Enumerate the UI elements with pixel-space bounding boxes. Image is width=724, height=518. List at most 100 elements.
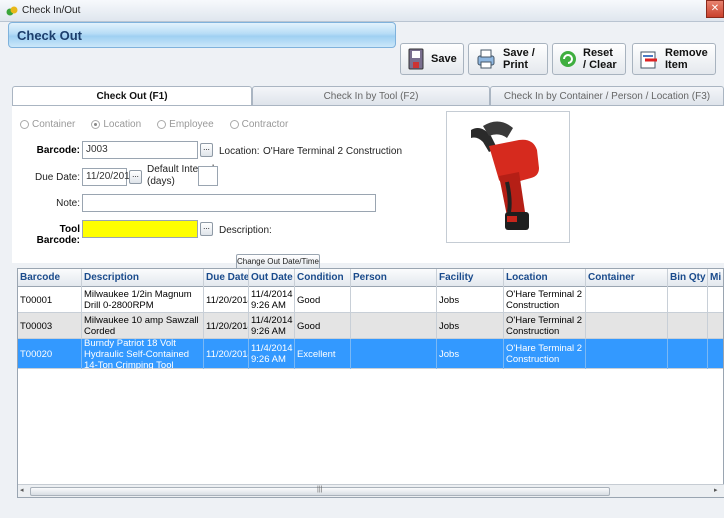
reset-clear-button[interactable]: Reset / Clear (552, 43, 626, 75)
col-location[interactable]: Location (504, 269, 586, 287)
save-icon (408, 48, 424, 70)
cell-person (351, 339, 437, 369)
crimping-tool-image (471, 121, 539, 230)
description-label: Description: (219, 225, 272, 236)
cell-description: Burndy Patriot 18 Volt Hydraulic Self-Co… (82, 339, 204, 369)
cell-condition: Good (295, 287, 351, 313)
table-row[interactable]: T00003 Milwaukee 10 amp Sawzall Corded 1… (18, 313, 723, 339)
barcode-label: Barcode: (36, 145, 80, 156)
cell-bin-qty (668, 313, 708, 339)
close-button[interactable]: ✕ (706, 0, 724, 18)
radio-contractor[interactable]: Contractor (229, 116, 289, 132)
cell-due-date: 11/20/2014 (204, 313, 249, 339)
barcode-lookup-button[interactable]: ... (200, 143, 213, 157)
tab-strip: Check Out (F1) Check In by Tool (F2) Che… (12, 86, 724, 106)
table-row-selected[interactable]: T00020 Burndy Patriot 18 Volt Hydraulic … (18, 339, 723, 369)
title-bar: Check In/Out ✕ (0, 0, 724, 22)
due-date-label: Due Date: (34, 172, 80, 183)
print-icon (477, 49, 495, 69)
radio-contractor-label: Contractor (241, 118, 289, 130)
scroll-right-arrow[interactable]: ▸ (714, 486, 718, 494)
col-facility[interactable]: Facility (437, 269, 504, 287)
scroll-grip: ||| (317, 486, 323, 493)
radio-container[interactable]: Container (20, 116, 75, 132)
cell-container (586, 313, 668, 339)
due-date-field[interactable]: 11/20/2014 (82, 168, 135, 186)
default-interval-unit: (days) (147, 176, 175, 187)
col-container[interactable]: Container (586, 269, 668, 287)
tool-photo (446, 111, 570, 243)
remove-icon (640, 51, 657, 69)
save-button[interactable]: Save (400, 43, 464, 75)
assign-type-group: Container Location Employee Contractor (20, 116, 288, 132)
tab-check-in-by-container[interactable]: Check In by Container / Person / Locatio… (490, 86, 724, 106)
horizontal-scrollbar[interactable]: ◂ ||| ▸ (18, 484, 724, 497)
mode-title: Check Out (17, 28, 83, 43)
cell-bin-qty (668, 339, 708, 369)
barcode-field[interactable]: J003 (82, 141, 198, 159)
radio-employee-label: Employee (169, 118, 214, 130)
mode-header: Check Out (8, 22, 396, 48)
col-barcode[interactable]: Barcode (18, 269, 82, 287)
col-condition[interactable]: Condition (295, 269, 351, 287)
table-row[interactable]: T00001 Milwaukee 1/2in Magnum Drill 0-28… (18, 287, 723, 313)
radio-employee[interactable]: Employee (157, 116, 214, 132)
cell-facility: Jobs (437, 339, 504, 369)
cell-condition: Excellent (295, 339, 351, 369)
cell-person (351, 313, 437, 339)
radio-employee-dot (157, 119, 167, 129)
tool-barcode-field[interactable] (82, 220, 198, 238)
cell-out-date: 11/4/2014 9:26 AM (249, 313, 295, 339)
save-print-button[interactable]: Save / Print (468, 43, 548, 75)
app-icon (6, 6, 18, 16)
col-person[interactable]: Person (351, 269, 437, 287)
checkout-grid: Barcode Description Due Date Out Date Co… (17, 268, 724, 498)
col-out-date[interactable]: Out Date (249, 269, 295, 287)
cell-barcode: T00001 (18, 287, 82, 313)
remove-item-button[interactable]: Remove Item (632, 43, 716, 75)
refresh-icon (560, 51, 576, 67)
scroll-left-arrow[interactable]: ◂ (20, 486, 24, 494)
tool-barcode-label: Tool Barcode: (36, 224, 80, 246)
note-label: Note: (56, 198, 80, 209)
cell-person (351, 287, 437, 313)
col-description[interactable]: Description (82, 269, 204, 287)
cell-location: O'Hare Terminal 2 Construction (504, 313, 586, 339)
cell-due-date: 11/20/2014 (204, 339, 249, 369)
location-label: Location: (219, 146, 260, 157)
col-mi[interactable]: Mi (708, 269, 723, 287)
window-title: Check In/Out (22, 5, 81, 16)
cell-out-date: 11/4/2014 9:26 AM (249, 339, 295, 369)
cell-barcode: T00020 (18, 339, 82, 369)
cell-location: O'Hare Terminal 2 Construction (504, 287, 586, 313)
cell-facility: Jobs (437, 287, 504, 313)
location-value: O'Hare Terminal 2 Construction (263, 146, 403, 157)
cell-bin-qty (668, 287, 708, 313)
note-field[interactable] (82, 194, 376, 212)
reset-clear-label: Reset / Clear (583, 47, 617, 71)
col-bin-qty[interactable]: Bin Qty (668, 269, 708, 287)
col-due-date[interactable]: Due Date (204, 269, 249, 287)
remove-item-label: Remove Item (665, 47, 708, 71)
due-date-picker-button[interactable]: ... (129, 170, 142, 184)
grid-header: Barcode Description Due Date Out Date Co… (18, 269, 723, 287)
cell-barcode: T00003 (18, 313, 82, 339)
cell-container (586, 287, 668, 313)
cell-facility: Jobs (437, 313, 504, 339)
tab-check-out[interactable]: Check Out (F1) (12, 86, 252, 106)
cell-container (586, 339, 668, 369)
scroll-thumb[interactable]: ||| (30, 486, 610, 496)
tool-barcode-lookup-button[interactable]: ... (200, 222, 213, 236)
save-print-label: Save / Print (503, 47, 535, 71)
radio-container-label: Container (32, 118, 76, 130)
cell-out-date: 11/4/2014 9:26 AM (249, 287, 295, 313)
cell-due-date: 11/20/2014 (204, 287, 249, 313)
cell-location: O'Hare Terminal 2 Construction (504, 339, 586, 369)
default-interval-field[interactable] (198, 166, 218, 186)
cell-description: Milwaukee 10 amp Sawzall Corded (82, 313, 204, 339)
tab-check-in-by-tool[interactable]: Check In by Tool (F2) (252, 86, 490, 106)
radio-location-label: Location (103, 118, 142, 130)
radio-container-dot (20, 119, 29, 129)
radio-location[interactable]: Location (91, 116, 141, 132)
cell-description: Milwaukee 1/2in Magnum Drill 0-2800RPM (82, 287, 204, 313)
